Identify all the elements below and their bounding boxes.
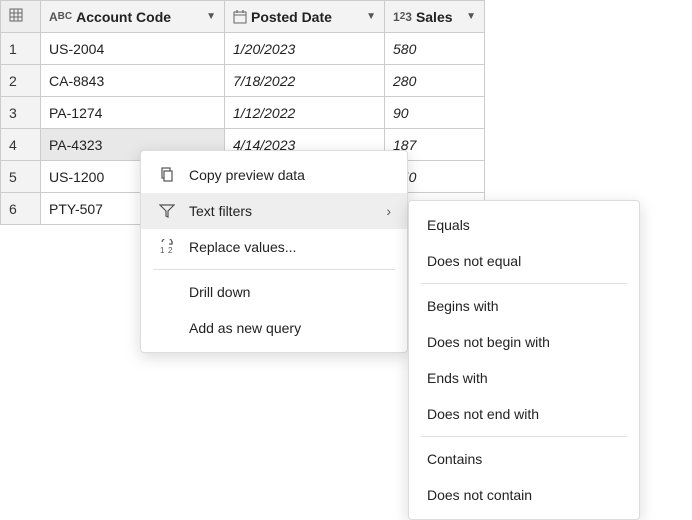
row-number: 6 [1, 193, 41, 225]
menu-copy-preview-data[interactable]: Copy preview data [141, 157, 407, 193]
table-corner[interactable] [1, 1, 41, 33]
row-number: 4 [1, 129, 41, 161]
cell-account-code[interactable]: CA-8843 [41, 65, 225, 97]
menu-separator [421, 283, 627, 284]
chevron-right-icon: › [386, 203, 391, 219]
menu-label: Add as new query [189, 320, 391, 336]
filter-does-not-equal[interactable]: Does not equal [409, 243, 639, 279]
cell-account-code[interactable]: PA-1274 [41, 97, 225, 129]
filter-does-not-contain[interactable]: Does not contain [409, 477, 639, 513]
dropdown-icon[interactable]: ▼ [366, 11, 376, 22]
column-label: Posted Date [251, 9, 362, 25]
menu-label: Contains [427, 451, 621, 467]
menu-label: Begins with [427, 298, 621, 314]
row-number: 1 [1, 33, 41, 65]
filter-begins-with[interactable]: Begins with [409, 288, 639, 324]
menu-label: Does not end with [427, 406, 621, 422]
text-filters-submenu: Equals Does not equal Begins with Does n… [408, 200, 640, 520]
menu-label: Replace values... [189, 239, 391, 255]
cell-posted-date[interactable]: 1/20/2023 [225, 33, 385, 65]
filter-does-not-begin-with[interactable]: Does not begin with [409, 324, 639, 360]
cell-sales[interactable]: 90 [385, 97, 485, 129]
filter-ends-with[interactable]: Ends with [409, 360, 639, 396]
copy-icon [157, 167, 177, 183]
menu-separator [421, 436, 627, 437]
row-number: 5 [1, 161, 41, 193]
filter-does-not-end-with[interactable]: Does not end with [409, 396, 639, 432]
table-row[interactable]: 3 PA-1274 1/12/2022 90 [1, 97, 485, 129]
date-type-icon [233, 10, 247, 24]
table-row[interactable]: 1 US-2004 1/20/2023 580 [1, 33, 485, 65]
row-number: 2 [1, 65, 41, 97]
menu-label: Equals [427, 217, 621, 233]
replace-icon: 12 [157, 239, 177, 255]
menu-separator [153, 269, 395, 270]
menu-label: Ends with [427, 370, 621, 386]
column-label: Sales [416, 9, 462, 25]
menu-text-filters[interactable]: Text filters › [141, 193, 407, 229]
menu-label: Drill down [189, 284, 391, 300]
cell-posted-date[interactable]: 7/18/2022 [225, 65, 385, 97]
text-type-icon: ABC [49, 10, 72, 24]
cell-account-code[interactable]: US-2004 [41, 33, 225, 65]
menu-add-as-new-query[interactable]: Add as new query [141, 310, 407, 346]
svg-text:2: 2 [168, 246, 173, 255]
cell-sales[interactable]: 580 [385, 33, 485, 65]
context-menu: Copy preview data Text filters › 12 Repl… [140, 150, 408, 353]
filter-equals[interactable]: Equals [409, 207, 639, 243]
column-header-sales[interactable]: 123 Sales ▼ [385, 1, 485, 33]
menu-label: Does not equal [427, 253, 621, 269]
menu-label: Text filters [189, 203, 374, 219]
filter-icon [157, 203, 177, 219]
dropdown-icon[interactable]: ▼ [206, 11, 216, 22]
number-type-icon: 123 [393, 10, 412, 24]
table-row[interactable]: 2 CA-8843 7/18/2022 280 [1, 65, 485, 97]
table-icon [9, 8, 23, 22]
menu-drill-down[interactable]: Drill down [141, 274, 407, 310]
svg-text:1: 1 [160, 246, 165, 255]
dropdown-icon[interactable]: ▼ [466, 11, 476, 22]
menu-label: Does not contain [427, 487, 621, 503]
column-header-account-code[interactable]: ABC Account Code ▼ [41, 1, 225, 33]
menu-label: Copy preview data [189, 167, 391, 183]
menu-label: Does not begin with [427, 334, 621, 350]
column-header-posted-date[interactable]: Posted Date ▼ [225, 1, 385, 33]
row-number: 3 [1, 97, 41, 129]
cell-sales[interactable]: 280 [385, 65, 485, 97]
column-label: Account Code [76, 9, 202, 25]
filter-contains[interactable]: Contains [409, 441, 639, 477]
cell-posted-date[interactable]: 1/12/2022 [225, 97, 385, 129]
menu-replace-values[interactable]: 12 Replace values... [141, 229, 407, 265]
